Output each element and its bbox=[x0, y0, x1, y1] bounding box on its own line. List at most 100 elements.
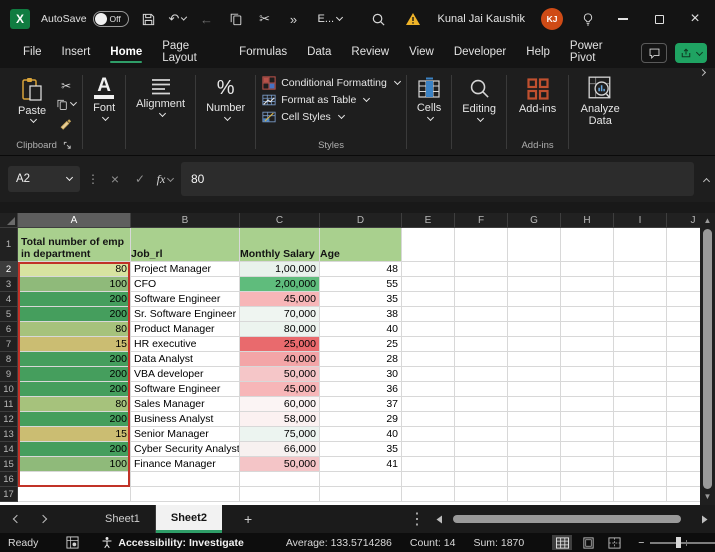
cell-c8[interactable]: 40,000 bbox=[240, 352, 320, 367]
cell-e14[interactable] bbox=[402, 442, 455, 457]
cell-a6[interactable]: 80 bbox=[18, 322, 131, 337]
cell-d17[interactable] bbox=[320, 487, 402, 502]
cell-a14[interactable]: 200 bbox=[18, 442, 131, 457]
cell-i6[interactable] bbox=[614, 322, 667, 337]
copy-button[interactable] bbox=[227, 10, 245, 28]
share-button[interactable] bbox=[675, 43, 707, 63]
cell-j9[interactable] bbox=[667, 367, 700, 382]
cell-j3[interactable] bbox=[667, 277, 700, 292]
cell-g3[interactable] bbox=[508, 277, 561, 292]
tab-power-pivot[interactable]: Power Pivot bbox=[561, 35, 633, 71]
cell-a9[interactable]: 200 bbox=[18, 367, 131, 382]
cell-a15[interactable]: 100 bbox=[18, 457, 131, 472]
cell-e4[interactable] bbox=[402, 292, 455, 307]
cell-e6[interactable] bbox=[402, 322, 455, 337]
cell-c17[interactable] bbox=[240, 487, 320, 502]
cell-j7[interactable] bbox=[667, 337, 700, 352]
cell-h5[interactable] bbox=[561, 307, 614, 322]
undo-dropdown-icon[interactable] bbox=[181, 14, 187, 20]
cell-b15[interactable]: Finance Manager bbox=[131, 457, 240, 472]
add-sheet-button[interactable]: + bbox=[222, 505, 274, 533]
tab-page-layout[interactable]: Page Layout bbox=[153, 35, 228, 71]
cell-d9[interactable]: 30 bbox=[320, 367, 402, 382]
cell-e3[interactable] bbox=[402, 277, 455, 292]
cell-j13[interactable] bbox=[667, 427, 700, 442]
cell-j15[interactable] bbox=[667, 457, 700, 472]
cell-a16[interactable] bbox=[18, 472, 131, 487]
cell-b17[interactable] bbox=[131, 487, 240, 502]
cell-f12[interactable] bbox=[455, 412, 508, 427]
cell-j14[interactable] bbox=[667, 442, 700, 457]
cell-c13[interactable]: 75,000 bbox=[240, 427, 320, 442]
zoom-slider-thumb[interactable] bbox=[676, 537, 681, 548]
cell-f14[interactable] bbox=[455, 442, 508, 457]
cell-j4[interactable] bbox=[667, 292, 700, 307]
cell-f13[interactable] bbox=[455, 427, 508, 442]
cell-i12[interactable] bbox=[614, 412, 667, 427]
cell-b7[interactable]: HR executive bbox=[131, 337, 240, 352]
column-header-d[interactable]: D bbox=[320, 213, 402, 228]
row-header-5[interactable]: 5 bbox=[0, 307, 18, 322]
paste-button[interactable]: Paste bbox=[12, 73, 52, 128]
formula-input[interactable]: 80 bbox=[181, 162, 694, 196]
cell-h10[interactable] bbox=[561, 382, 614, 397]
cell-h1[interactable] bbox=[561, 228, 614, 262]
cell-c12[interactable]: 58,000 bbox=[240, 412, 320, 427]
cell-d10[interactable]: 36 bbox=[320, 382, 402, 397]
cell-h9[interactable] bbox=[561, 367, 614, 382]
autosave-toggle[interactable]: AutoSave Off bbox=[41, 11, 129, 27]
cell-j12[interactable] bbox=[667, 412, 700, 427]
cell-e2[interactable] bbox=[402, 262, 455, 277]
cell-f3[interactable] bbox=[455, 277, 508, 292]
cell-i3[interactable] bbox=[614, 277, 667, 292]
comments-button[interactable] bbox=[641, 43, 667, 63]
cell-c16[interactable] bbox=[240, 472, 320, 487]
tab-file[interactable]: File bbox=[14, 41, 51, 65]
warning-icon[interactable] bbox=[404, 10, 422, 28]
next-sheet-icon[interactable] bbox=[39, 515, 47, 523]
cell-f9[interactable] bbox=[455, 367, 508, 382]
cell-i15[interactable] bbox=[614, 457, 667, 472]
cell-b14[interactable]: Cyber Security Analyst bbox=[131, 442, 240, 457]
status-count[interactable]: Count: 14 bbox=[410, 537, 456, 549]
cell-d16[interactable] bbox=[320, 472, 402, 487]
cell-g6[interactable] bbox=[508, 322, 561, 337]
cell-f10[interactable] bbox=[455, 382, 508, 397]
cell-j17[interactable] bbox=[667, 487, 700, 502]
cell-e12[interactable] bbox=[402, 412, 455, 427]
cell-f17[interactable] bbox=[455, 487, 508, 502]
cell-g14[interactable] bbox=[508, 442, 561, 457]
cell-i13[interactable] bbox=[614, 427, 667, 442]
hscroll-left-icon[interactable] bbox=[435, 515, 443, 524]
cell-j6[interactable] bbox=[667, 322, 700, 337]
cell-a12[interactable]: 200 bbox=[18, 412, 131, 427]
row-header-6[interactable]: 6 bbox=[0, 322, 18, 337]
column-header-i[interactable]: I bbox=[614, 213, 667, 228]
row-header-8[interactable]: 8 bbox=[0, 352, 18, 367]
cell-g13[interactable] bbox=[508, 427, 561, 442]
cell-d2[interactable]: 48 bbox=[320, 262, 402, 277]
zoom-slider[interactable] bbox=[650, 542, 715, 544]
row-header-10[interactable]: 10 bbox=[0, 382, 18, 397]
styles-item-format-as-table[interactable]: Format as Table bbox=[262, 93, 400, 107]
more-commands-button[interactable]: » bbox=[285, 10, 303, 28]
expand-formula-bar-icon[interactable] bbox=[703, 177, 710, 184]
cell-i7[interactable] bbox=[614, 337, 667, 352]
cell-h11[interactable] bbox=[561, 397, 614, 412]
cell-d8[interactable]: 28 bbox=[320, 352, 402, 367]
cell-d7[interactable]: 25 bbox=[320, 337, 402, 352]
cell-f6[interactable] bbox=[455, 322, 508, 337]
tab-insert[interactable]: Insert bbox=[53, 41, 100, 65]
cell-h12[interactable] bbox=[561, 412, 614, 427]
cell-g8[interactable] bbox=[508, 352, 561, 367]
tab-view[interactable]: View bbox=[400, 41, 443, 65]
cell-j16[interactable] bbox=[667, 472, 700, 487]
cell-g1[interactable] bbox=[508, 228, 561, 262]
cell-i14[interactable] bbox=[614, 442, 667, 457]
cell-c10[interactable]: 45,000 bbox=[240, 382, 320, 397]
cell-e16[interactable] bbox=[402, 472, 455, 487]
document-name[interactable]: E... bbox=[318, 13, 343, 25]
cell-i8[interactable] bbox=[614, 352, 667, 367]
cell-b11[interactable]: Sales Manager bbox=[131, 397, 240, 412]
cell-f2[interactable] bbox=[455, 262, 508, 277]
